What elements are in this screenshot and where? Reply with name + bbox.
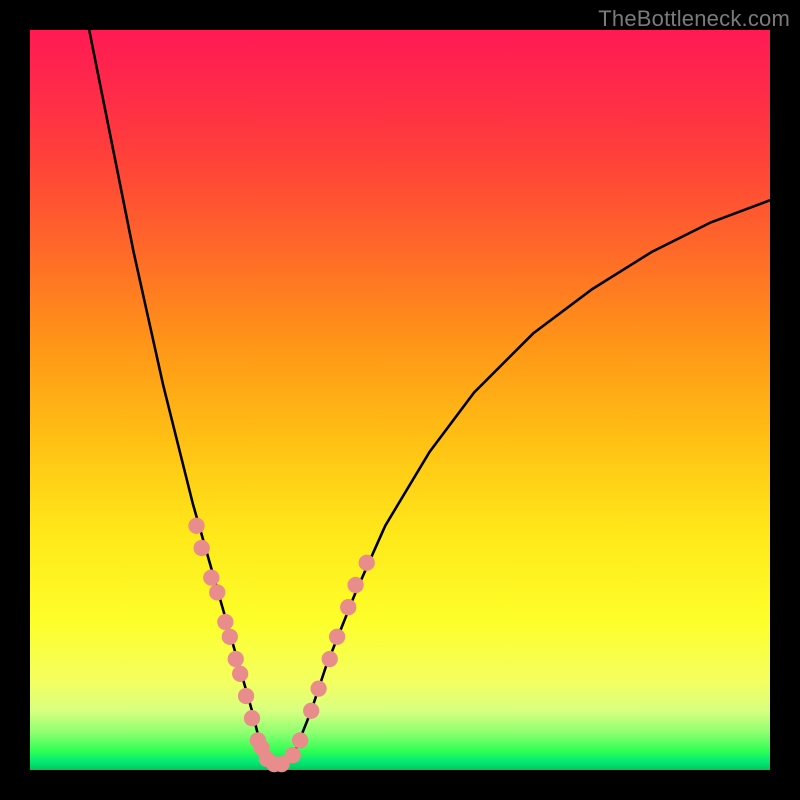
outer-frame: TheBottleneck.com [0, 0, 800, 800]
data-dots-group [188, 518, 374, 773]
data-dot [340, 599, 356, 615]
chart-plot-area [30, 30, 770, 770]
data-dot [285, 747, 301, 763]
data-dot [228, 651, 244, 667]
watermark-text: TheBottleneck.com [598, 6, 790, 32]
data-dot [347, 577, 363, 593]
data-dot [188, 518, 204, 534]
data-dot [303, 703, 319, 719]
data-dot [292, 732, 308, 748]
data-dot [232, 666, 248, 682]
data-dot [209, 584, 225, 600]
data-dot [194, 540, 210, 556]
data-dot [217, 614, 233, 630]
data-dot [310, 680, 326, 696]
data-dot [203, 569, 219, 585]
data-dot [238, 688, 254, 704]
data-dot [222, 629, 238, 645]
chart-svg [30, 30, 770, 770]
bottleneck-curve-path [89, 30, 770, 770]
data-dot [329, 629, 345, 645]
data-dot [244, 710, 260, 726]
data-dot [359, 555, 375, 571]
data-dot [322, 651, 338, 667]
